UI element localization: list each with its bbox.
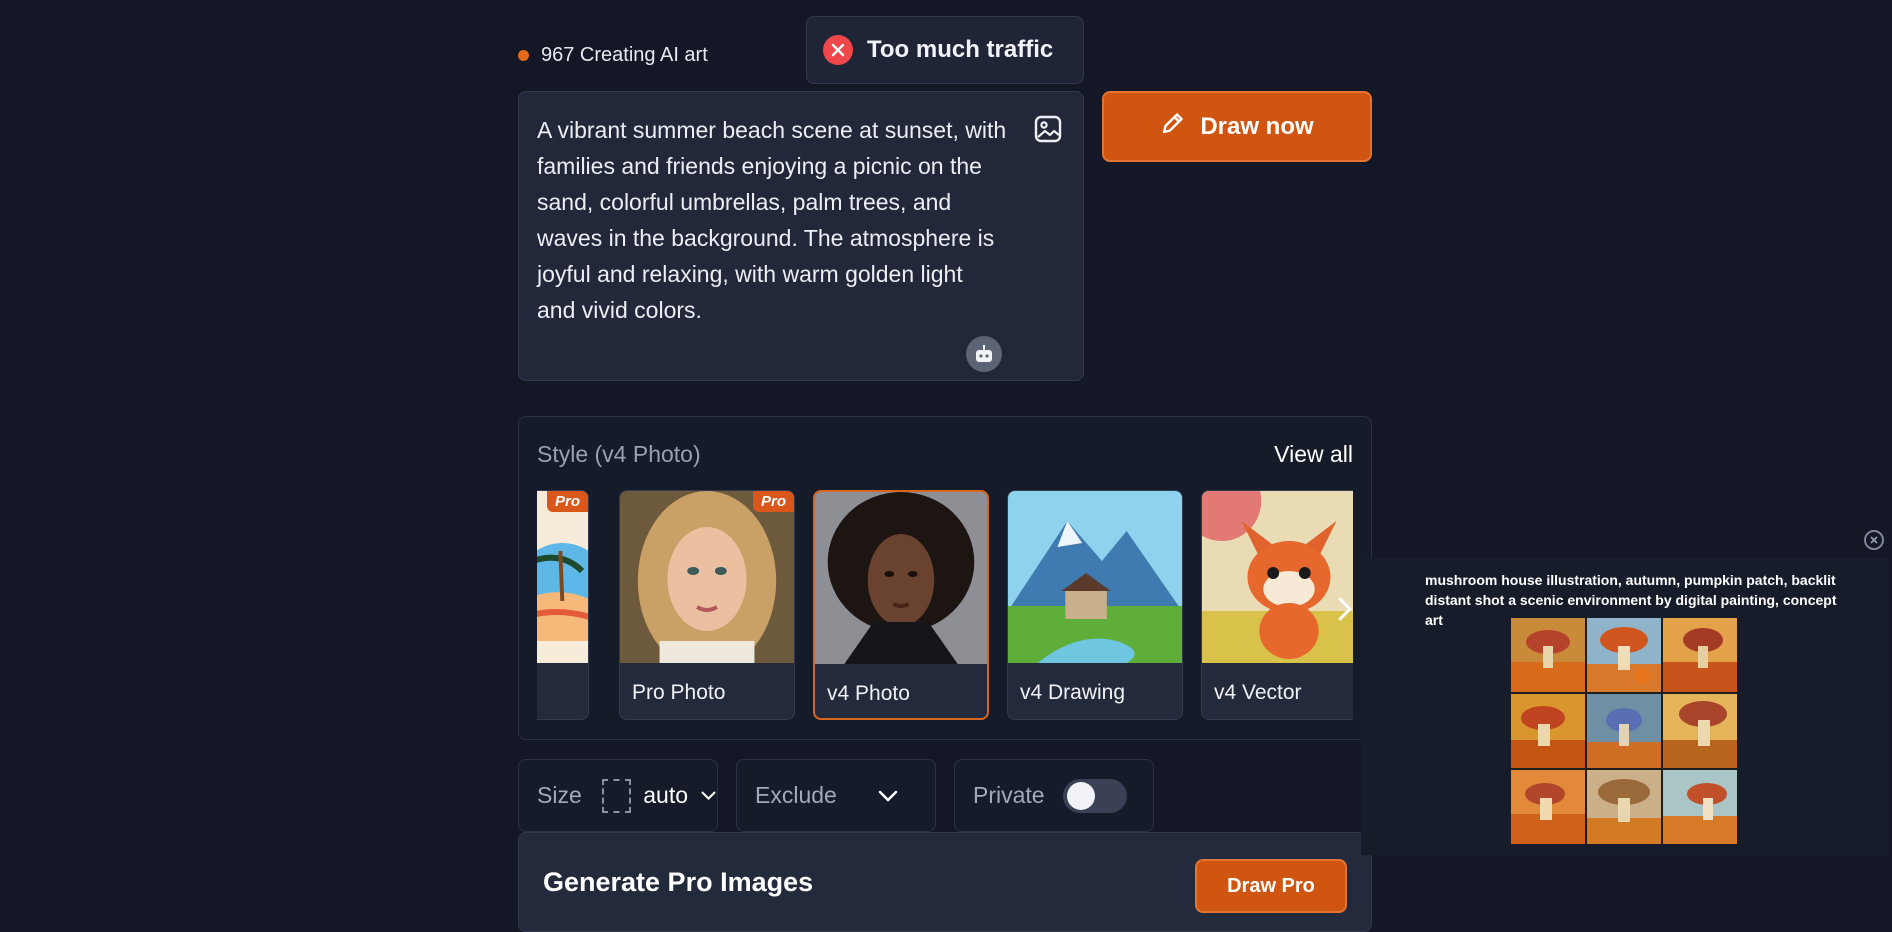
ad-tile [1663, 694, 1737, 768]
chevron-right-icon[interactable] [1335, 594, 1353, 624]
pencil-icon [1160, 110, 1186, 143]
traffic-toast: Too much traffic [806, 16, 1084, 84]
toast-message: Too much traffic [867, 36, 1054, 63]
ad-tile [1663, 618, 1737, 692]
draw-now-label: Draw now [1200, 112, 1314, 140]
style-card-pro-photo[interactable]: Pro Pro Photo [619, 490, 795, 720]
ad-image-grid [1511, 618, 1737, 844]
ad-panel[interactable]: mushroom house illustration, autumn, pum… [1361, 558, 1889, 855]
style-card-v4-photo[interactable]: v4 Photo [813, 490, 989, 720]
aspect-ratio-icon [601, 778, 632, 813]
draw-pro-button[interactable]: Draw Pro [1195, 859, 1347, 913]
close-ad-icon[interactable] [1864, 530, 1884, 550]
ad-tile [1511, 694, 1585, 768]
style-title: Style (v4 Photo) [537, 441, 701, 467]
pro-badge: Pro [752, 491, 794, 512]
error-x-icon [823, 35, 853, 65]
beach-thumbnail [537, 491, 588, 663]
private-toggle[interactable] [1062, 778, 1127, 813]
robot-assist-icon[interactable] [966, 336, 1002, 372]
style-panel: Style (v4 Photo) View all Pro t [518, 416, 1372, 740]
style-card-label: Pro Photo [632, 681, 726, 704]
ad-tile [1587, 694, 1661, 768]
v4-drawing-thumbnail [1008, 491, 1182, 663]
toggle-knob [1066, 781, 1095, 810]
style-card-label: v4 Drawing [1020, 681, 1126, 704]
ad-tile [1587, 770, 1661, 844]
v4-vector-thumbnail [1202, 491, 1353, 663]
ad-tile [1511, 618, 1585, 692]
style-card-label: v4 Vector [1214, 681, 1302, 704]
exclude-label: Exclude [755, 782, 837, 808]
ad-tile [1587, 618, 1661, 692]
draw-now-button[interactable]: Draw now [1102, 91, 1372, 162]
private-label: Private [973, 782, 1045, 808]
status-text: 967 Creating AI art [541, 44, 708, 66]
prompt-input[interactable]: A vibrant summer beach scene at sunset, … [518, 91, 1084, 381]
generate-pro-section: Generate Pro Images Draw Pro [518, 832, 1372, 932]
ad-tile [1663, 770, 1737, 844]
style-carousel: Pro t Pro Pro Photo [537, 490, 1353, 722]
size-value: auto [643, 782, 688, 808]
exclude-select[interactable]: Exclude [736, 759, 936, 832]
prompt-text[interactable]: A vibrant summer beach scene at sunset, … [537, 112, 1007, 328]
image-upload-icon[interactable] [1033, 114, 1063, 144]
pro-photo-thumbnail [620, 491, 794, 663]
pro-title: Generate Pro Images [543, 867, 814, 897]
style-card-v4-vector[interactable]: v4 Vector [1201, 490, 1353, 720]
status-dot [518, 50, 529, 61]
chevron-down-icon [878, 790, 898, 802]
style-card-label: v4 Photo [827, 682, 910, 705]
chevron-down-icon [701, 791, 716, 800]
style-card-beach[interactable]: Pro t [537, 490, 589, 720]
private-control: Private [954, 759, 1154, 832]
v4-photo-thumbnail [815, 492, 987, 664]
size-select[interactable]: Size auto [518, 759, 718, 832]
pro-badge: Pro [546, 491, 588, 512]
view-all-link[interactable]: View all [1274, 441, 1353, 468]
size-label: Size [537, 782, 582, 808]
creating-status: 967 Creating AI art [518, 44, 708, 67]
ad-tile [1511, 770, 1585, 844]
style-card-v4-drawing[interactable]: v4 Drawing [1007, 490, 1183, 720]
